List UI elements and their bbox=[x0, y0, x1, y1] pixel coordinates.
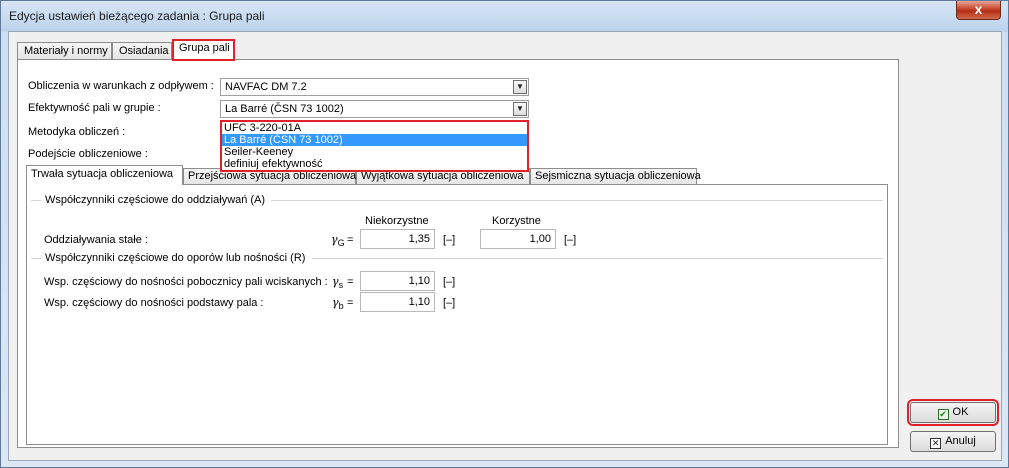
base-resistance-label: Wsp. częściowy do nośności podstawy pala… bbox=[44, 297, 264, 309]
tab-label: Osiadania bbox=[119, 45, 169, 57]
gamma-sub: s bbox=[338, 280, 344, 291]
group-divider bbox=[31, 200, 41, 201]
tab-osiadania[interactable]: Osiadania bbox=[112, 42, 172, 60]
tab-label: Trwała sytuacja obliczeniowa bbox=[31, 168, 174, 180]
tab-grupa-pali[interactable]: Grupa pali bbox=[172, 39, 235, 61]
title-bar[interactable]: Edycja ustawień bieżącego zadania : Grup… bbox=[1, 1, 1008, 31]
tab-trwala-sytuacja[interactable]: Trwała sytuacja obliczeniowa bbox=[26, 165, 183, 185]
group-r-title: Współczynniki częściowe do oporów lub no… bbox=[45, 252, 306, 264]
dialog-client: Materiały i normy Osiadania Grupa pali O… bbox=[8, 31, 1002, 461]
drained-method-value: NAVFAC DM 7.2 bbox=[225, 81, 307, 93]
col-favourable: Korzystne bbox=[492, 215, 541, 227]
tab-label: Grupa pali bbox=[179, 42, 230, 54]
design-situation-panel: Współczynniki częściowe do oddziaływań (… bbox=[26, 184, 888, 445]
gamma-b-symbol: γb bbox=[332, 296, 344, 311]
base-resistance-input[interactable]: 1,10 bbox=[360, 292, 435, 312]
shaft-resistance-input[interactable]: 1,10 bbox=[360, 271, 435, 291]
unit-label: [–] bbox=[564, 234, 577, 246]
efficiency-value: La Barré (ČSN 73 1002) bbox=[225, 103, 344, 115]
gamma-g-symbol: γG bbox=[331, 233, 345, 248]
gamma-s-symbol: γs bbox=[332, 275, 343, 290]
permanent-favourable-input[interactable]: 1,00 bbox=[480, 229, 556, 249]
gamma-sub: G bbox=[337, 238, 345, 249]
efficiency-select[interactable]: La Barré (ČSN 73 1002) ▼ bbox=[220, 100, 529, 118]
close-button[interactable]: x bbox=[956, 1, 1001, 20]
tab-label: Sejsmiczna sytuacja obliczeniowa bbox=[535, 170, 701, 182]
approach-label: Podejście obliczeniowe : bbox=[28, 148, 148, 160]
equals-sign: = bbox=[347, 234, 354, 246]
group-a-title: Współczynniki częściowe do oddziaływań (… bbox=[45, 194, 266, 206]
efficiency-label: Efektywność pali w grupie : bbox=[28, 102, 161, 114]
tab-panel-grupa-pali: Obliczenia w warunkach z odpływem : NAVF… bbox=[17, 59, 899, 448]
ok-button[interactable]: ✔ OK bbox=[907, 399, 999, 426]
check-icon: ✔ bbox=[937, 409, 949, 420]
dropdown-option[interactable]: definiuj efektywność bbox=[222, 158, 527, 170]
chevron-down-icon[interactable]: ▼ bbox=[513, 102, 527, 116]
permanent-label: Oddziaływania stałe : bbox=[44, 234, 148, 246]
chevron-down-icon[interactable]: ▼ bbox=[513, 80, 527, 94]
col-unfavourable: Niekorzystne bbox=[365, 215, 429, 227]
unit-label: [–] bbox=[443, 276, 456, 288]
gamma-char: γ bbox=[331, 233, 338, 246]
dropdown-option[interactable]: Seiler-Keeney bbox=[222, 146, 527, 158]
unit-label: [–] bbox=[443, 234, 456, 246]
efficiency-dropdown-list: UFC 3-220-01A La Barré (ČSN 73 1002) Sei… bbox=[220, 120, 529, 172]
group-divider bbox=[312, 258, 883, 259]
cancel-button[interactable]: ✕ Anuluj bbox=[910, 431, 996, 452]
equals-sign: = bbox=[347, 276, 354, 288]
equals-sign: = bbox=[347, 297, 354, 309]
window-title: Edycja ustawień bieżącego zadania : Grup… bbox=[9, 9, 265, 23]
dropdown-option-selected[interactable]: La Barré (ČSN 73 1002) bbox=[222, 134, 527, 146]
gamma-sub: b bbox=[338, 301, 344, 312]
tab-label: Materiały i normy bbox=[24, 45, 108, 57]
group-divider bbox=[31, 258, 41, 259]
shaft-resistance-label: Wsp. częściowy do nośności pobocznicy pa… bbox=[44, 276, 328, 288]
dialog-window: Edycja ustawień bieżącego zadania : Grup… bbox=[0, 0, 1009, 468]
gamma-char: γ bbox=[332, 296, 339, 309]
unit-label: [–] bbox=[443, 297, 456, 309]
tab-materialy-i-normy[interactable]: Materiały i normy bbox=[17, 42, 112, 60]
permanent-unfavourable-input[interactable]: 1,35 bbox=[360, 229, 435, 249]
gamma-char: γ bbox=[332, 275, 339, 288]
cancel-label: Anuluj bbox=[945, 435, 976, 447]
dropdown-option[interactable]: UFC 3-220-01A bbox=[222, 122, 527, 134]
close-icon: ✕ bbox=[930, 438, 942, 449]
tab-sejsmiczna-sytuacja[interactable]: Sejsmiczna sytuacja obliczeniowa bbox=[530, 168, 701, 185]
method-label: Metodyka obliczeń : bbox=[28, 126, 126, 138]
group-divider bbox=[271, 200, 883, 201]
drained-label: Obliczenia w warunkach z odpływem : bbox=[28, 80, 214, 92]
drained-method-select[interactable]: NAVFAC DM 7.2 ▼ bbox=[220, 78, 529, 96]
ok-label: OK bbox=[952, 406, 969, 418]
close-icon: x bbox=[974, 1, 983, 17]
